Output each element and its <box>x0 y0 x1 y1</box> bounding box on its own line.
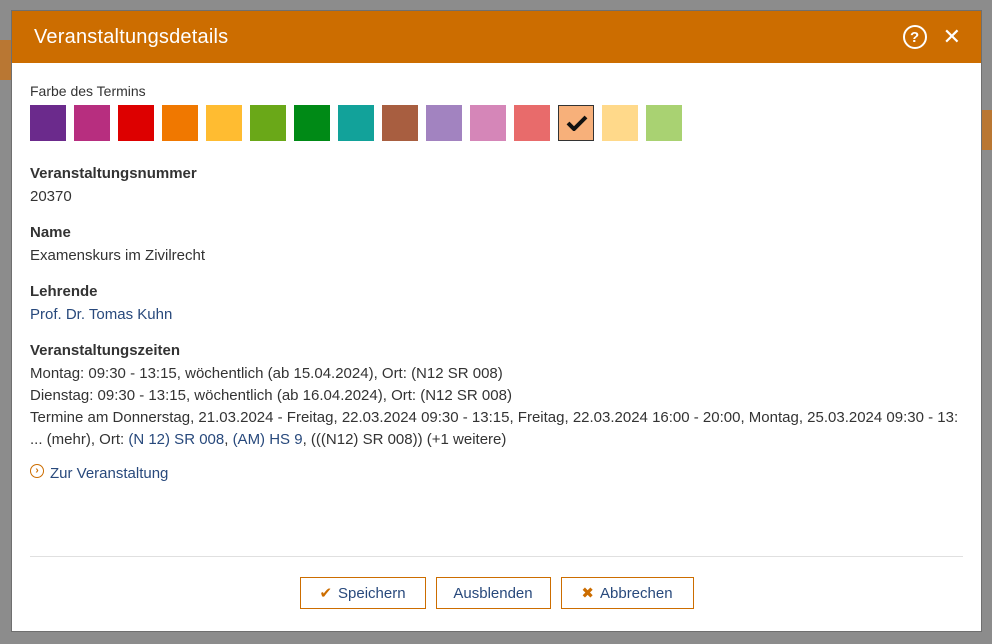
color-swatch[interactable] <box>646 105 682 141</box>
event-number-label: Veranstaltungsnummer <box>30 165 197 182</box>
event-name-label: Name <box>30 224 71 241</box>
times-separator: , <box>224 431 233 448</box>
color-swatch[interactable] <box>338 105 374 141</box>
lecturers-field: Lehrende Prof. Dr. Tomas Kuhn <box>30 283 963 326</box>
times-line-suffix: , (((N12) SR 008)) (+1 weitere) <box>302 431 507 448</box>
color-swatch[interactable] <box>382 105 418 141</box>
event-number-value: 20370 <box>30 188 72 205</box>
lecturer-link[interactable]: Prof. Dr. Tomas Kuhn <box>30 306 172 323</box>
lecturers-label: Lehrende <box>30 283 98 300</box>
dialog-content: Farbe des Termins Veranstaltungsnummer 2… <box>12 63 981 482</box>
color-swatch[interactable] <box>470 105 506 141</box>
chevron-right-circle-icon: › <box>30 463 44 478</box>
dialog-title: Veranstaltungsdetails <box>34 25 229 48</box>
hide-button[interactable]: Ausblenden <box>435 577 551 609</box>
color-swatch[interactable] <box>74 105 110 141</box>
event-number-field: Veranstaltungsnummer 20370 <box>30 165 963 208</box>
room-link-am-hs9[interactable]: (AM) HS 9 <box>233 431 303 448</box>
dialog-footer: ✔ Speichern Ausblenden ✖ Abbrechen <box>12 577 981 609</box>
color-swatch[interactable] <box>514 105 550 141</box>
event-times-label: Veranstaltungszeiten <box>30 342 181 359</box>
go-to-event-link[interactable]: › Zur Veranstaltung <box>30 463 963 482</box>
save-button-label: Speichern <box>338 584 406 602</box>
color-swatches <box>30 105 963 141</box>
color-swatch[interactable] <box>426 105 462 141</box>
backdrop <box>0 40 12 80</box>
cancel-button[interactable]: ✖ Abbrechen <box>560 577 694 609</box>
color-swatch[interactable] <box>30 105 66 141</box>
close-icon: ✖ <box>581 585 594 602</box>
color-swatch[interactable] <box>206 105 242 141</box>
times-line-single-dates: Termine am Donnerstag, 21.03.2024 - Frei… <box>30 407 963 451</box>
times-line-monday: Montag: 09:30 - 13:15, wöchentlich (ab 1… <box>30 365 503 382</box>
hide-button-label: Ausblenden <box>453 584 533 602</box>
room-link-n12-sr008[interactable]: (N 12) SR 008 <box>128 431 224 448</box>
event-name-value: Examenskurs im Zivilrecht <box>30 247 206 264</box>
save-button[interactable]: ✔ Speichern <box>299 577 426 609</box>
dialog-titlebar: Veranstaltungsdetails ? ✕ <box>12 11 981 63</box>
color-swatch[interactable] <box>602 105 638 141</box>
color-swatch[interactable] <box>294 105 330 141</box>
color-swatch[interactable] <box>558 105 594 141</box>
color-label: Farbe des Termins <box>30 83 146 99</box>
event-times-field: Veranstaltungszeiten Montag: 09:30 - 13:… <box>30 342 963 451</box>
color-swatch[interactable] <box>250 105 286 141</box>
backdrop <box>982 110 992 150</box>
cancel-button-label: Abbrechen <box>600 584 673 602</box>
check-icon: ✔ <box>319 585 333 602</box>
times-line-tuesday: Dienstag: 09:30 - 13:15, wöchentlich (ab… <box>30 387 512 404</box>
close-icon[interactable]: ✕ <box>943 26 961 48</box>
event-name-field: Name Examenskurs im Zivilrecht <box>30 224 963 267</box>
footer-divider <box>30 556 963 557</box>
event-details-dialog: Veranstaltungsdetails ? ✕ Farbe des Term… <box>12 11 981 631</box>
go-to-event-label: Zur Veranstaltung <box>50 465 169 482</box>
color-swatch[interactable] <box>118 105 154 141</box>
color-swatch[interactable] <box>162 105 198 141</box>
checkmark-icon <box>566 115 588 131</box>
help-icon[interactable]: ? <box>902 25 927 49</box>
